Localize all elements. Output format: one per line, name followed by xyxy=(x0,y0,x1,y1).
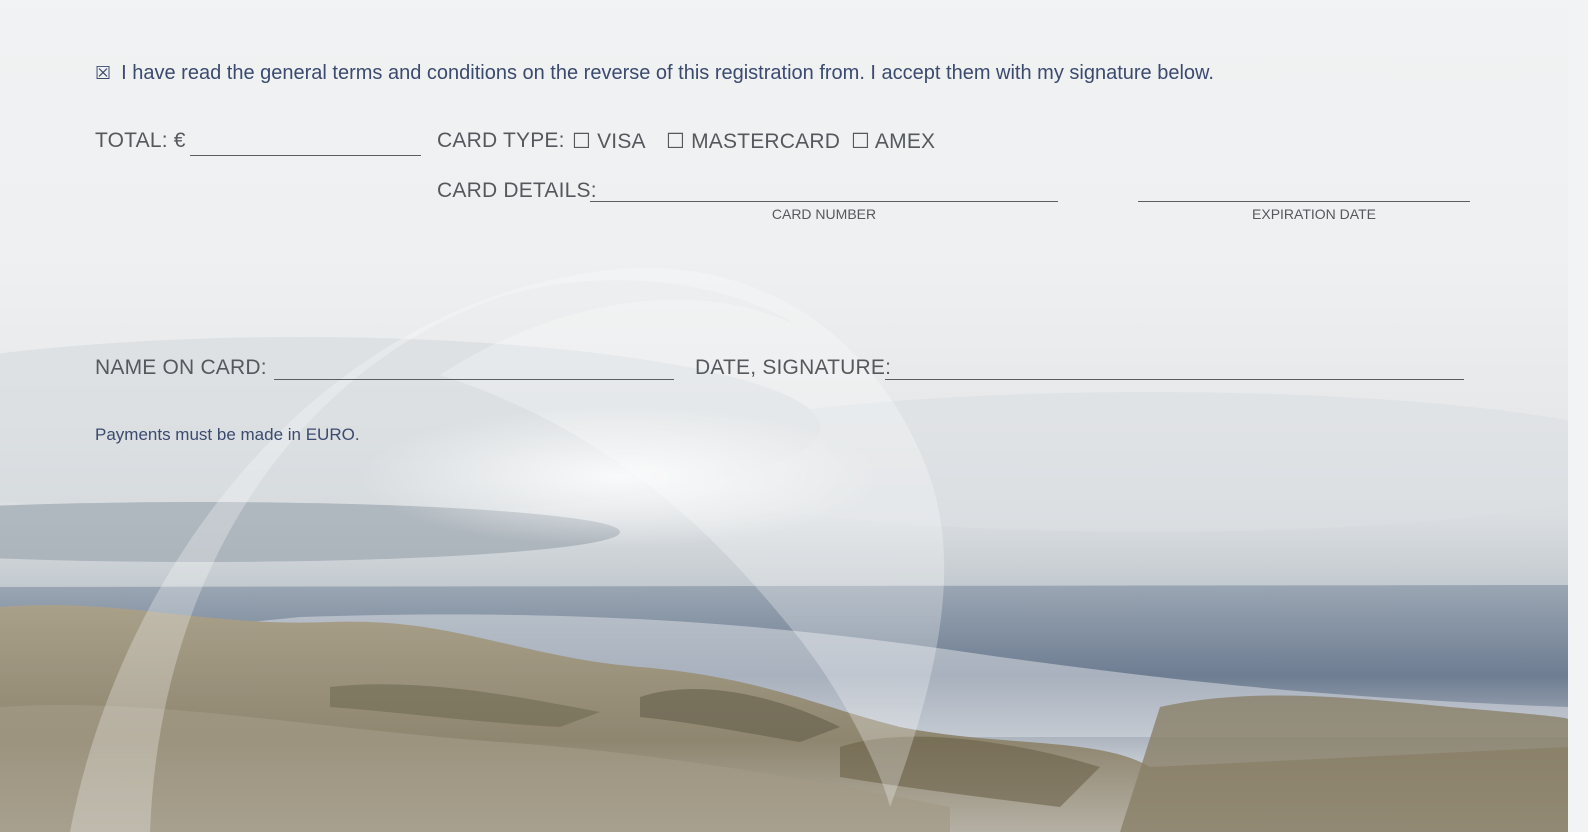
name-on-card-label: NAME ON CARD: xyxy=(95,356,267,379)
amex-label: AMEX xyxy=(874,130,936,153)
visa-checkbox[interactable]: ☐ xyxy=(572,129,591,154)
terms-text: I have read the general terms and condit… xyxy=(121,62,1214,84)
date-signature-field[interactable] xyxy=(885,379,1464,380)
mastercard-label: MASTERCARD xyxy=(691,130,841,153)
expiration-date-caption: EXPIRATION DATE xyxy=(1252,206,1376,222)
amex-checkbox[interactable]: ☐ xyxy=(851,129,870,154)
registration-form-page: ☒ I have read the general terms and condi… xyxy=(0,7,1568,832)
visa-label: VISA xyxy=(597,130,646,153)
date-signature-label: DATE, SIGNATURE: xyxy=(695,356,892,379)
card-type-label: CARD TYPE: xyxy=(437,129,565,152)
card-number-field[interactable] xyxy=(590,201,1058,202)
terms-checkbox[interactable]: ☒ xyxy=(95,63,111,83)
card-number-caption: CARD NUMBER xyxy=(771,206,877,222)
payment-note: Payments must be made in EURO. xyxy=(95,425,360,444)
mastercard-checkbox[interactable]: ☐ xyxy=(666,129,685,154)
card-option-amex[interactable]: ☐ AMEX xyxy=(851,129,935,154)
terms-row: ☒ I have read the general terms and condi… xyxy=(95,62,1214,85)
expiration-date-field[interactable] xyxy=(1138,201,1470,202)
card-option-mastercard[interactable]: ☐ MASTERCARD xyxy=(666,129,840,154)
card-option-visa[interactable]: ☐ VISA xyxy=(572,129,646,154)
card-details-label: CARD DETAILS: xyxy=(437,179,597,202)
total-amount-field[interactable] xyxy=(190,155,421,156)
name-on-card-field[interactable] xyxy=(274,379,674,380)
total-label: TOTAL: € xyxy=(95,129,186,152)
